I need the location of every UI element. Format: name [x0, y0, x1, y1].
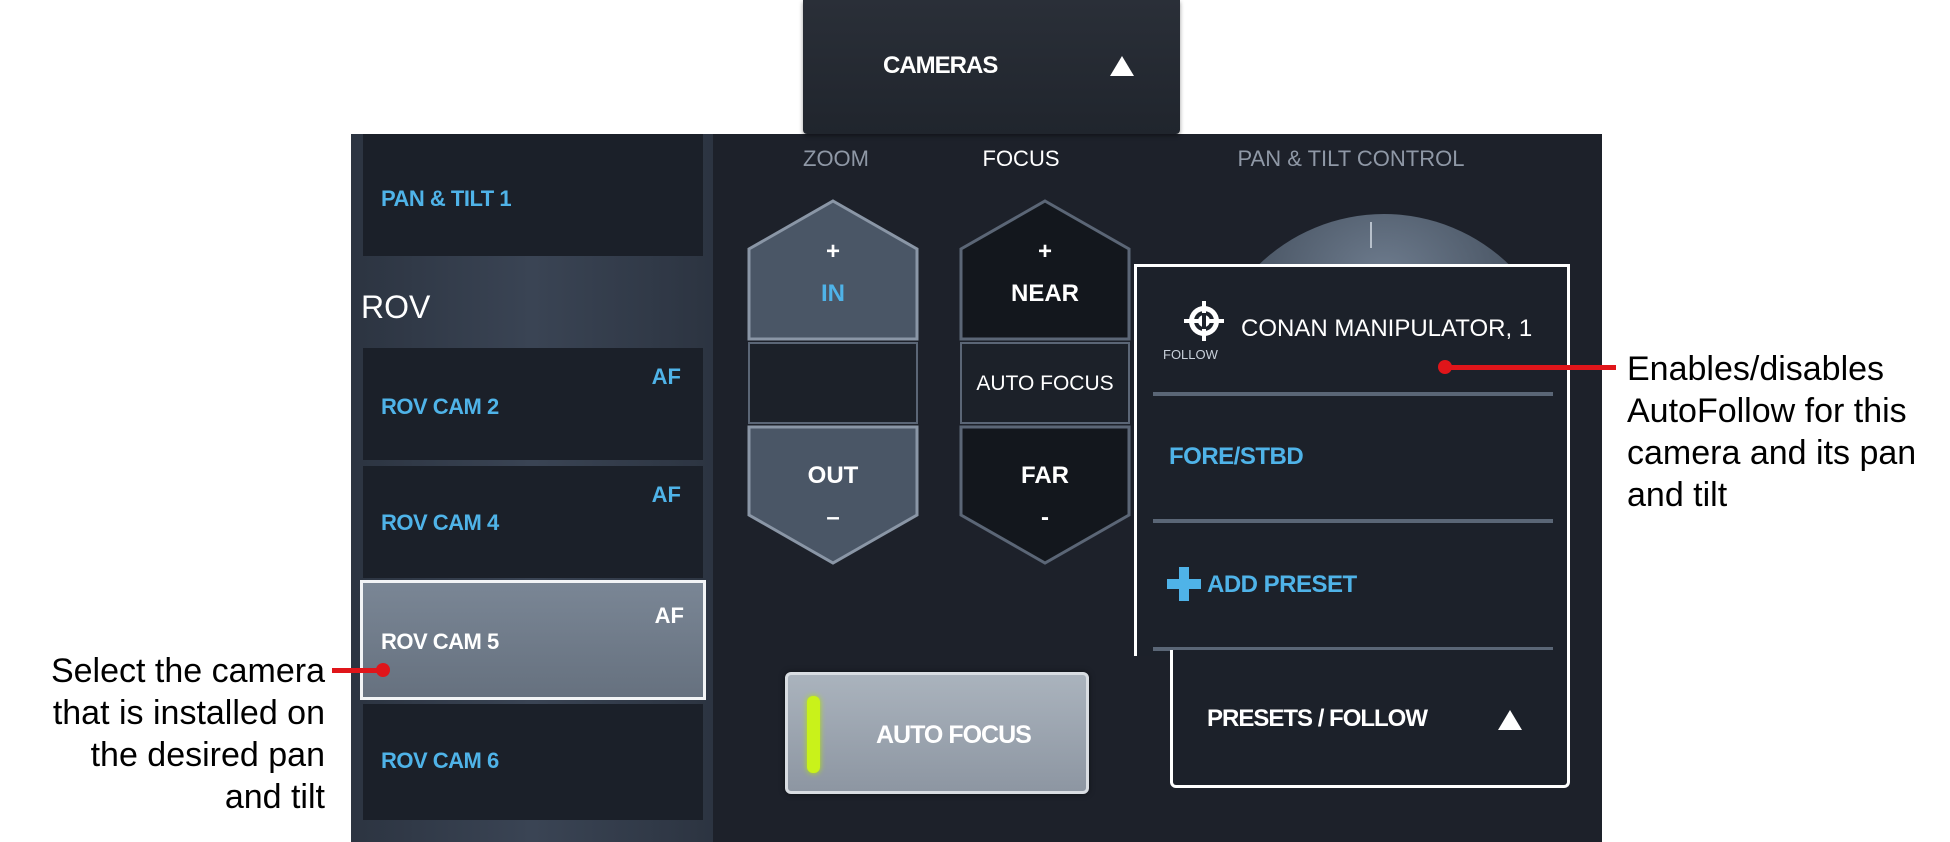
- pan-tilt-header: PAN & TILT CONTROL: [1237, 146, 1465, 171]
- preset-label: CONAN MANIPULATOR, 1: [1241, 315, 1533, 342]
- camera-item-rov-cam-5[interactable]: AF ROV CAM 5: [360, 580, 706, 700]
- follow-label: FOLLOW: [1163, 347, 1218, 362]
- focus-header: FOCUS: [982, 146, 1060, 171]
- zoom-middle: [748, 342, 918, 424]
- callout-line-2: AutoFollow for this: [1627, 392, 1907, 430]
- presets-follow-tab-label: PRESETS / FOLLOW: [1207, 705, 1428, 732]
- pan-tilt-center-tick: [1370, 222, 1372, 248]
- cameras-tab-label: CAMERAS: [883, 52, 998, 79]
- auto-focus-led-indicator: [807, 696, 820, 773]
- plus-icon: [1167, 567, 1201, 601]
- focus-minus: -: [1041, 504, 1049, 531]
- group-header-rov: ROV: [361, 289, 431, 325]
- chevron-up-icon: [1110, 56, 1134, 76]
- callout-select-camera: Select the camera that is installed on t…: [51, 650, 325, 818]
- camera-list: PAN & TILT 1 ROV AF ROV CAM 2 AF ROV CAM…: [351, 134, 713, 842]
- callout-line-2: that is installed on: [52, 694, 325, 732]
- callout-line-4: and tilt: [1627, 476, 1728, 514]
- camera-item-label: ROV CAM 2: [381, 394, 499, 419]
- camera-item-label: ROV CAM 5: [381, 629, 499, 654]
- focus-plus: +: [1037, 238, 1052, 265]
- follow-target-icon[interactable]: [1181, 301, 1227, 341]
- camera-item-pan-tilt-1[interactable]: PAN & TILT 1: [363, 134, 703, 256]
- callout-line-3: the desired pan: [90, 736, 325, 774]
- camera-item-label: ROV CAM 4: [381, 510, 499, 535]
- divider: [1153, 519, 1553, 523]
- af-badge: AF: [654, 603, 684, 628]
- callout-line-1: Enables/disables: [1627, 350, 1885, 388]
- focus-far-label: FAR: [1021, 462, 1069, 489]
- zoom-out-button[interactable]: [747, 425, 919, 565]
- focus-near-label: NEAR: [1010, 280, 1079, 307]
- presets-follow-tab[interactable]: PRESETS / FOLLOW: [1170, 650, 1570, 788]
- cameras-tab[interactable]: CAMERAS: [803, 0, 1180, 134]
- divider: [1153, 392, 1553, 396]
- af-badge: AF: [651, 364, 681, 389]
- callout-line-4: and tilt: [224, 778, 325, 816]
- camera-item-label: PAN & TILT 1: [381, 186, 512, 211]
- focus-near-button[interactable]: [959, 199, 1131, 341]
- callout-arrow-right: [1446, 365, 1616, 370]
- camera-item-label: ROV CAM 6: [381, 748, 499, 773]
- zoom-out-label: OUT: [807, 462, 859, 489]
- zoom-in-button[interactable]: [747, 199, 919, 341]
- camera-item-rov-cam-6[interactable]: ROV CAM 6: [363, 704, 703, 820]
- callout-line-3: camera and its pan: [1627, 434, 1917, 472]
- camera-item-rov-cam-2[interactable]: AF ROV CAM 2: [363, 348, 703, 460]
- zoom-header: ZOOM: [803, 146, 869, 171]
- auto-focus-button[interactable]: AUTO FOCUS: [785, 672, 1089, 794]
- camera-item-rov-cam-4[interactable]: AF ROV CAM 4: [363, 466, 703, 578]
- chevron-up-icon: [1498, 710, 1522, 730]
- preset-item-fore-stbd[interactable]: FORE/STBD: [1153, 399, 1553, 519]
- zoom-minus: –: [826, 504, 840, 531]
- zoom-in-label: IN: [821, 280, 845, 307]
- zoom-plus: +: [825, 238, 840, 265]
- callout-line-1: Select the camera: [50, 652, 325, 690]
- auto-focus-button-label: AUTO FOCUS: [876, 721, 1032, 749]
- focus-auto-label: AUTO FOCUS: [976, 372, 1114, 395]
- add-preset-button[interactable]: ADD PRESET: [1153, 527, 1553, 647]
- focus-far-button[interactable]: [959, 425, 1131, 565]
- af-badge: AF: [651, 482, 681, 507]
- callout-dot-right: [1438, 360, 1452, 374]
- add-preset-label: ADD PRESET: [1207, 571, 1357, 598]
- callout-autofollow: Enables/disables AutoFollow for this cam…: [1627, 348, 1916, 516]
- presets-popup: FOLLOW CONAN MANIPULATOR, 1 FORE/STBD AD…: [1134, 264, 1570, 656]
- preset-label: FORE/STBD: [1169, 443, 1304, 470]
- callout-dot-left: [376, 663, 390, 677]
